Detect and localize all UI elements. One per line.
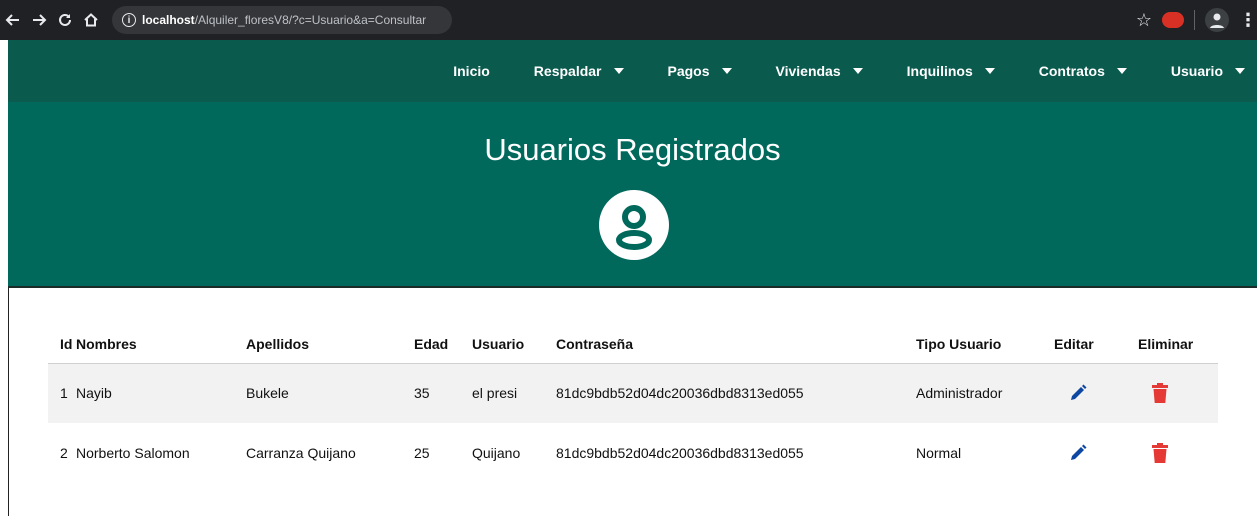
cell-nombres: Nayib (76, 363, 246, 423)
header-nombres: Nombres (76, 325, 246, 364)
header-usuario: Usuario (472, 325, 556, 364)
nav-item-contratos[interactable]: Contratos (1039, 63, 1127, 79)
pencil-icon (1071, 384, 1087, 401)
cell-edad: 35 (414, 363, 472, 423)
caret-down-icon (984, 68, 995, 74)
user-circle-icon (599, 190, 669, 260)
page-title: Usuarios Registrados (484, 132, 781, 167)
nav-item-label: Contratos (1038, 63, 1105, 79)
browser-menu-icon[interactable]: ⋮ (1239, 11, 1257, 29)
forward-button[interactable] (26, 7, 52, 33)
bookmark-star-icon[interactable]: ☆ (1136, 10, 1152, 31)
edit-button[interactable] (1068, 443, 1138, 463)
arrow-right-icon (33, 14, 47, 26)
nav-item-inicio[interactable]: Inicio (453, 63, 490, 79)
main-navbar: Inicio Respaldar Pagos Viviendas Inquilinos C… (8, 40, 1257, 102)
cell-eliminar (1138, 363, 1218, 423)
page-header: Usuarios Registrados (8, 102, 1257, 288)
cell-id: 2 (60, 445, 68, 461)
nav-item-inquilinos[interactable]: Inquilinos (907, 63, 995, 79)
header-contrasena: Contraseña (556, 325, 916, 364)
nav-item-usuario[interactable]: Usuario (1171, 63, 1245, 79)
back-button[interactable] (0, 7, 26, 33)
nav-item-respaldar[interactable]: Respaldar (534, 63, 624, 79)
caret-down-icon (1235, 68, 1245, 74)
nav-item-label: Usuario (1170, 63, 1223, 79)
cell-id: 1 (48, 363, 76, 423)
delete-button[interactable] (1152, 383, 1218, 404)
users-table: Id Nombres Apellidos Edad Usuario Contra… (48, 325, 1218, 483)
profile-icon (1210, 13, 1224, 28)
nav-item-label: Inquilinos (906, 63, 973, 79)
pencil-icon (1071, 444, 1087, 460)
caret-down-icon (1116, 68, 1127, 74)
header-eliminar: Eliminar (1138, 325, 1218, 364)
url-host: localhost (142, 13, 195, 27)
table-row: 2 Norberto Salomon Carranza Quijano 25 Quija… (48, 423, 1218, 483)
url-path: /Alquiler_floresV8/?c=Usuario&a=Consulta… (194, 13, 427, 27)
arrow-left-icon (5, 14, 19, 26)
trash-icon (1152, 383, 1168, 404)
profile-avatar[interactable] (1205, 8, 1229, 32)
nav-item-label: Pagos (667, 63, 710, 79)
users-table-container: Id Nombres Apellidos Edad Usuario Contra… (8, 325, 1257, 483)
header-apellidos: Apellidos (246, 325, 414, 364)
cell-editar (1054, 423, 1138, 483)
address-bar[interactable]: i localhost /Alquiler_floresV8/?c=Usuari… (112, 6, 452, 34)
delete-button[interactable] (1152, 443, 1218, 463)
reload-button[interactable] (52, 7, 78, 33)
cell-contrasena: 81dc9bdb52d04dc20036dbd8313ed055 (556, 445, 804, 461)
cell-editar (1054, 363, 1138, 423)
cell-contrasena: 81dc9bdb52d04dc20036dbd8313ed055 (556, 363, 916, 423)
cell-usuario: el presi (472, 363, 556, 423)
cell-edad: 25 (414, 445, 430, 461)
header-id: Id (48, 325, 76, 364)
cell-apellidos: Carranza Quijano (246, 445, 356, 461)
nav-item-label: Respaldar (533, 63, 602, 79)
header-editar: Editar (1054, 325, 1138, 364)
nav-item-pagos[interactable]: Pagos (668, 63, 732, 79)
cell-eliminar (1138, 423, 1218, 483)
home-button[interactable] (78, 7, 104, 33)
cell-usuario: Quijano (472, 445, 521, 461)
nav-item-label: Inicio (453, 63, 490, 79)
site-info-icon[interactable]: i (122, 13, 136, 27)
header-tipo-usuario: Tipo Usuario (916, 325, 1054, 364)
cell-tipo: Administrador (916, 363, 1054, 423)
home-icon (84, 13, 98, 27)
caret-down-icon (721, 68, 732, 74)
trash-icon (1152, 443, 1168, 463)
browser-toolbar: i localhost /Alquiler_floresV8/?c=Usuari… (0, 0, 1257, 40)
table-header-row: Id Nombres Apellidos Edad Usuario Contra… (48, 325, 1218, 364)
extension-icon[interactable] (1162, 12, 1184, 28)
caret-down-icon (613, 68, 624, 74)
toolbar-divider (1194, 10, 1195, 30)
cell-nombres: Norberto Salomon (76, 445, 190, 461)
nav-item-viviendas[interactable]: Viviendas (776, 63, 863, 79)
reload-icon (59, 13, 71, 26)
cell-apellidos: Bukele (246, 363, 414, 423)
edit-button[interactable] (1068, 383, 1138, 403)
cell-tipo: Normal (916, 445, 962, 461)
caret-down-icon (852, 68, 863, 74)
table-row: 1 Nayib Bukele 35 el presi 81dc9bdb52d04dc200… (48, 363, 1218, 423)
nav-item-label: Viviendas (775, 63, 841, 79)
header-edad: Edad (414, 325, 472, 364)
